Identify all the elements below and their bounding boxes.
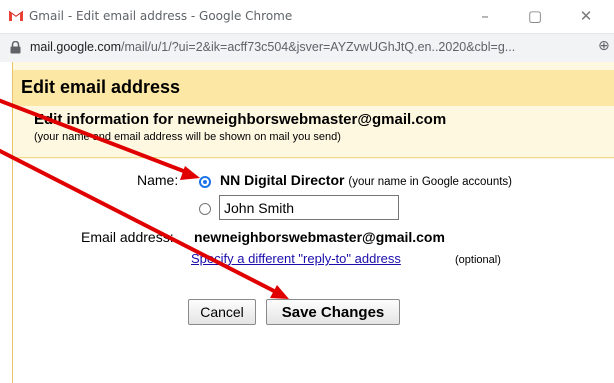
info-block: Edit information for newneighborswebmast…: [13, 106, 614, 158]
reply-to-link[interactable]: Specify a different "reply-to" address: [191, 251, 401, 266]
google-name-radio[interactable]: [199, 176, 211, 188]
dialog-title: Edit email address: [21, 77, 181, 97]
form-area: Name: NN Digital Director (your name in …: [13, 159, 614, 383]
edit-email-dialog: Edit email address Edit information for …: [12, 62, 614, 383]
url-text[interactable]: mail.google.com/mail/u/1/?ui=2&ik=acff73…: [30, 40, 515, 54]
google-name-option[interactable]: NN Digital Director (your name in Google…: [220, 172, 512, 188]
dialog-header: Edit email address: [13, 70, 614, 106]
cancel-button[interactable]: Cancel: [188, 299, 256, 325]
address-bar[interactable]: mail.google.com/mail/u/1/?ui=2&ik=acff73…: [0, 34, 614, 62]
gmail-logo-icon: [8, 10, 24, 21]
window-title: Gmail - Edit email address - Google Chro…: [29, 9, 293, 23]
custom-name-input[interactable]: [219, 195, 399, 220]
browser-titlebar: Gmail - Edit email address - Google Chro…: [0, 0, 614, 34]
google-name-value: NN Digital Director: [220, 172, 345, 188]
email-label: Email address:: [81, 229, 174, 245]
url-host: mail.google.com: [30, 40, 122, 54]
save-changes-button[interactable]: Save Changes: [266, 299, 400, 325]
optional-note: (optional): [455, 254, 501, 266]
info-subtext: (your name and email address will be sho…: [34, 131, 341, 143]
maximize-button[interactable]: ▢: [520, 5, 550, 27]
lock-icon: [10, 41, 21, 54]
custom-name-radio[interactable]: [199, 203, 211, 215]
google-name-hint: (your name in Google accounts): [348, 176, 512, 188]
zoom-icon[interactable]: ⊕: [598, 38, 610, 54]
info-heading: Edit information for newneighborswebmast…: [34, 111, 447, 128]
email-value: newneighborswebmaster@gmail.com: [194, 229, 445, 245]
name-label: Name:: [137, 172, 179, 188]
url-path: /mail/u/1/?ui=2&ik=acff73c504&jsver=AYZv…: [121, 40, 516, 54]
minimize-button[interactable]: –: [470, 5, 500, 27]
close-button[interactable]: ✕: [571, 5, 601, 27]
